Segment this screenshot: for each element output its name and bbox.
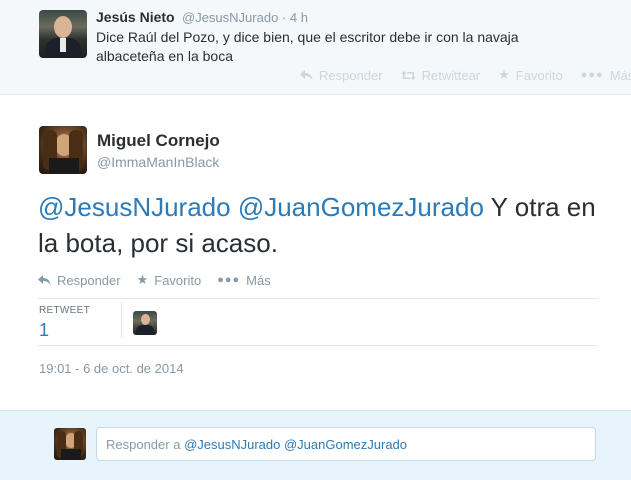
retweet-label: Retwittear [421, 67, 481, 83]
author-handle[interactable]: @JesusNJurado · 4 h [182, 10, 308, 25]
user-avatar [54, 428, 86, 460]
more-label: Más [246, 272, 271, 288]
more-label: Más [609, 67, 631, 83]
reply-label: Responder [57, 272, 121, 288]
stat-separator [121, 302, 122, 338]
more-button[interactable]: ●●● Más [217, 272, 271, 288]
favorite-label: Favorito [515, 67, 563, 83]
tweet-time[interactable]: · 4 h [282, 10, 308, 25]
reply-icon [300, 69, 313, 80]
tweet-actions: Responder Retwittear ★ Favorito ●●● Más [300, 67, 631, 83]
tweet-text: @JesusNJurado @JuanGomezJurado Y otra en… [38, 189, 598, 261]
reply-button[interactable]: Responder [300, 67, 383, 83]
mention-link[interactable]: @JuanGomezJurado [238, 192, 484, 222]
more-button[interactable]: ●●● Más [581, 67, 631, 83]
reply-input[interactable]: Responder a @JesusNJurado @JuanGomezJura… [96, 427, 596, 461]
author-name[interactable]: Miguel Cornejo [97, 131, 220, 151]
retweeter-avatar[interactable] [133, 311, 157, 335]
star-icon: ★ [136, 272, 149, 287]
ellipsis-icon: ●●● [217, 274, 241, 286]
favorite-label: Favorito [154, 272, 202, 288]
divider [38, 345, 598, 346]
retweet-button[interactable]: Retwittear [400, 67, 481, 83]
avatar[interactable] [39, 10, 87, 58]
tweet-timestamp[interactable]: 19:01 - 6 de oct. de 2014 [39, 361, 184, 376]
divider [38, 298, 598, 299]
reply-icon [38, 274, 51, 285]
reply-placeholder: Responder a @JesusNJurado @JuanGomezJura… [106, 437, 408, 452]
retweet-icon [400, 70, 416, 80]
tweet-actions: Responder ★ Favorito ●●● Más [38, 272, 271, 288]
retweet-stat-label: RETWEET [39, 305, 90, 316]
star-icon: ★ [498, 67, 510, 82]
author-handle[interactable]: @ImmaManInBlack [97, 154, 219, 170]
retweet-count[interactable]: 1 [39, 320, 49, 341]
ellipsis-icon: ●●● [580, 69, 604, 81]
favorite-button[interactable]: ★ Favorito [137, 272, 202, 288]
reply-label: Responder [319, 67, 383, 83]
tweet-text: Dice Raúl del Pozo, y dice bien, que el … [96, 29, 519, 64]
reply-button[interactable]: Responder [38, 272, 121, 288]
favorite-button[interactable]: ★ Favorito [498, 67, 563, 83]
avatar[interactable] [39, 126, 87, 174]
author-name[interactable]: Jesús Nieto [96, 9, 175, 25]
previous-tweet[interactable]: Jesús Nieto @JesusNJurado · 4 h Dice Raú… [0, 0, 631, 95]
mention-link[interactable]: @JesusNJurado [38, 192, 231, 222]
